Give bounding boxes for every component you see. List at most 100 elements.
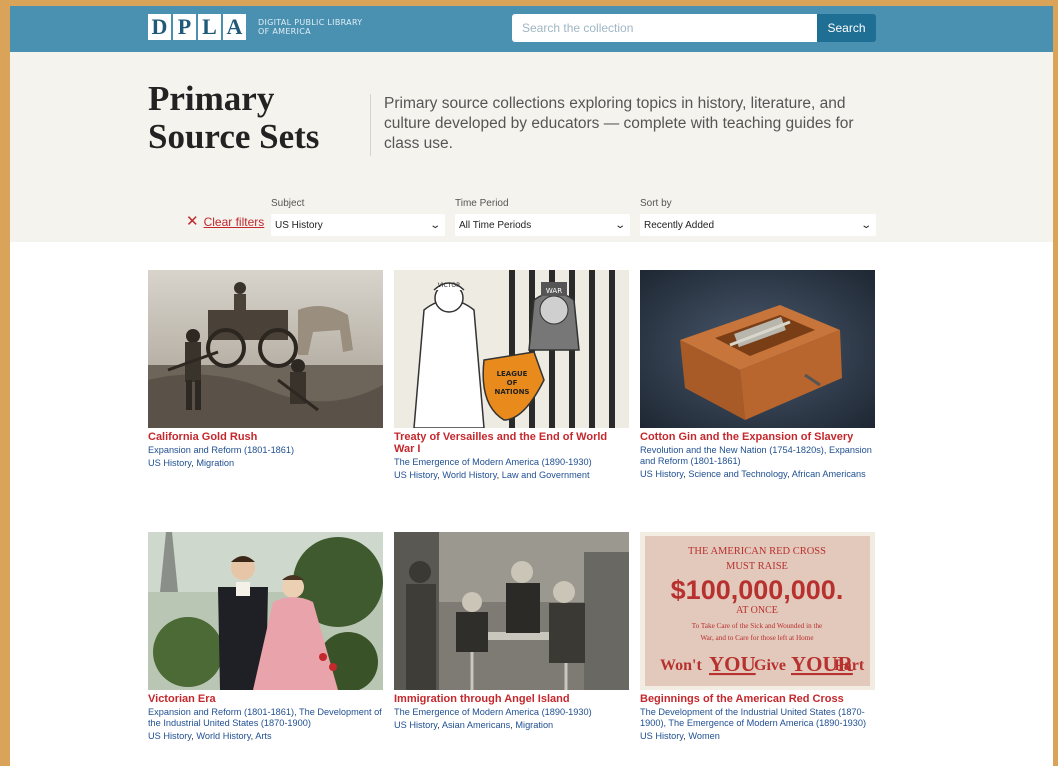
source-set-card[interactable]: Victorian Era Expansion and Reform (1801… [148, 532, 383, 742]
card-title[interactable]: Immigration through Angel Island [394, 693, 629, 705]
subject-filter: Subject US History ⌄ [271, 198, 445, 236]
tag-link[interactable]: US History [640, 731, 683, 741]
card-title[interactable]: California Gold Rush [148, 431, 383, 443]
tag-link[interactable]: Migration [196, 458, 234, 468]
card-tags: US History, World History, Arts [148, 731, 272, 741]
tag-link[interactable]: Women [688, 731, 720, 741]
time-period-select[interactable]: All Time Periods ⌄ [455, 214, 630, 236]
time-period-label: Time Period [455, 198, 509, 209]
shield-text-2: OF [507, 379, 518, 387]
card-periods[interactable]: The Development of the Industrial United… [640, 707, 875, 729]
subject-select[interactable]: US History ⌄ [271, 214, 445, 236]
tag-link[interactable]: Arts [255, 731, 271, 741]
card-tags: US History, Asian Americans, Migration [394, 720, 554, 730]
card-image-gold-rush[interactable] [148, 270, 383, 428]
victorian-painting [148, 532, 383, 690]
angel-island-photo [394, 532, 629, 690]
poster-word-you: YOU [709, 652, 756, 676]
tag-link[interactable]: Law and Government [502, 470, 590, 480]
poster-word-wont: Won't [660, 657, 702, 674]
chevron-down-icon: ⌄ [613, 219, 626, 231]
gold-rush-photo [148, 270, 383, 428]
card-image-cotton-gin[interactable] [640, 270, 875, 428]
subject-label: Subject [271, 198, 305, 209]
tag-link[interactable]: World History [196, 731, 250, 741]
card-periods[interactable]: Expansion and Reform (1801-1861) [148, 445, 383, 456]
cotton-gin-photo [640, 270, 875, 428]
card-image-victorian[interactable] [148, 532, 383, 690]
poster-word-part: Part [834, 657, 865, 674]
page-title: Primary Source Sets [148, 80, 348, 156]
cartoon-war-text: WAR [546, 287, 562, 295]
tag-link[interactable]: Migration [515, 720, 553, 730]
top-bar: D P L A Digital Public Library of Americ… [10, 6, 1053, 52]
sort-by-label: Sort by [640, 198, 672, 209]
logo-letter-l: L [198, 14, 221, 40]
card-title[interactable]: Victorian Era [148, 693, 383, 705]
shield-text-3: NATIONS [495, 388, 530, 396]
time-period-filter: Time Period All Time Periods ⌄ [455, 198, 630, 236]
search-form: Search [512, 14, 876, 42]
tag-link[interactable]: Science and Technology [688, 469, 787, 479]
poster-line4: To Take Care of the Sick and Wounded in … [692, 622, 822, 630]
clear-filters-link[interactable]: ✕ Clear filters [186, 213, 265, 230]
sort-by-value: Recently Added [644, 219, 715, 231]
card-title[interactable]: Beginnings of the American Red Cross [640, 693, 875, 705]
card-periods[interactable]: The Emergence of Modern America (1890-19… [394, 707, 629, 718]
sort-by-select[interactable]: Recently Added ⌄ [640, 214, 876, 236]
poster-line3: AT ONCE [736, 605, 778, 616]
logo-text: Digital Public Library of America [258, 18, 362, 36]
dpla-logo[interactable]: D P L A Digital Public Library of Americ… [148, 14, 362, 40]
card-periods[interactable]: The Emergence of Modern America (1890-19… [394, 457, 629, 468]
source-set-card[interactable]: THE AMERICAN RED CROSS MUST RAISE $100,0… [640, 532, 875, 742]
tag-link[interactable]: US History [148, 731, 191, 741]
search-input[interactable] [512, 14, 817, 42]
poster-line2: MUST RAISE [726, 561, 788, 572]
close-icon: ✕ [186, 213, 199, 230]
tag-link[interactable]: US History [640, 469, 683, 479]
cartoon-hat-text: VICTOR [438, 282, 461, 289]
browser-frame: D P L A Digital Public Library of Americ… [10, 6, 1053, 766]
tag-link[interactable]: US History [394, 720, 437, 730]
tag-link[interactable]: African Americans [792, 469, 866, 479]
source-set-card[interactable]: California Gold Rush Expansion and Refor… [148, 270, 383, 469]
tag-link[interactable]: Asian Americans [442, 720, 510, 730]
poster-amount: $100,000,000. [671, 575, 844, 605]
clear-filters-label: Clear filters [203, 215, 265, 229]
hero-divider [370, 94, 371, 156]
poster-line1: THE AMERICAN RED CROSS [688, 546, 826, 557]
card-image-red-cross[interactable]: THE AMERICAN RED CROSS MUST RAISE $100,0… [640, 532, 875, 690]
page-title-line2: Source Sets [148, 117, 320, 156]
logo-letter-d: D [148, 14, 171, 40]
card-tags: US History, Migration [148, 458, 235, 468]
logo-text-line1: Digital Public Library [258, 18, 363, 27]
tag-link[interactable]: US History [394, 470, 437, 480]
page-title-line1: Primary [148, 79, 275, 118]
card-periods[interactable]: Expansion and Reform (1801-1861), The De… [148, 707, 383, 729]
tag-link[interactable]: World History [442, 470, 496, 480]
source-set-card[interactable]: VICTOR WAR LEAGUE OF NATIONS Treaty of V… [394, 270, 629, 481]
card-image-versailles[interactable]: VICTOR WAR LEAGUE OF NATIONS [394, 270, 629, 428]
sort-by-filter: Sort by Recently Added ⌄ [640, 198, 876, 236]
red-cross-poster: THE AMERICAN RED CROSS MUST RAISE $100,0… [640, 532, 875, 690]
shield-text-1: LEAGUE [497, 370, 528, 378]
card-tags: US History, Science and Technology, Afri… [640, 469, 866, 479]
filter-bar: ✕ Clear filters Subject US History ⌄ Tim… [10, 198, 1053, 238]
versailles-cartoon: VICTOR WAR LEAGUE OF NATIONS [394, 270, 629, 428]
card-periods[interactable]: Revolution and the New Nation (1754-1820… [640, 445, 875, 467]
tag-link[interactable]: US History [148, 458, 191, 468]
chevron-down-icon: ⌄ [428, 219, 441, 231]
card-title[interactable]: Cotton Gin and the Expansion of Slavery [640, 431, 875, 443]
chevron-down-icon: ⌄ [859, 219, 872, 231]
card-image-angel-island[interactable] [394, 532, 629, 690]
logo-text-line2: of America [258, 27, 311, 36]
card-tags: US History, Women [640, 731, 720, 741]
source-set-card[interactable]: Cotton Gin and the Expansion of Slavery … [640, 270, 875, 480]
page-description: Primary source collections exploring top… [384, 95, 854, 152]
card-title[interactable]: Treaty of Versailles and the End of Worl… [394, 431, 629, 455]
poster-line5: War, and to Care for those left at Home [700, 634, 813, 642]
subject-value: US History [275, 219, 323, 231]
search-button[interactable]: Search [817, 14, 876, 42]
source-set-card[interactable]: Immigration through Angel Island The Eme… [394, 532, 629, 731]
poster-word-give: Give [754, 657, 786, 674]
